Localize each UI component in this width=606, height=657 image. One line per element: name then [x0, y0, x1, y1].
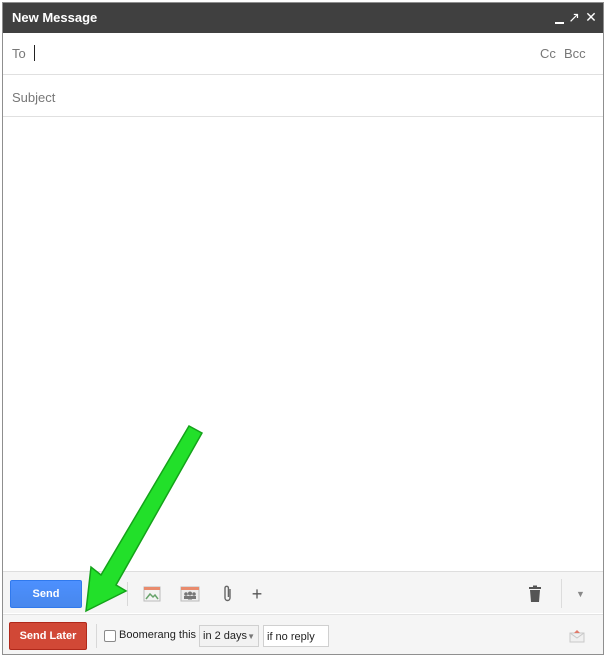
send-later-button[interactable]: Send Later	[9, 622, 87, 650]
cc-link[interactable]: Cc	[540, 46, 556, 61]
boomerang-condition-select[interactable]: if no reply	[263, 625, 329, 647]
chevron-down-icon: ▼	[576, 589, 585, 599]
boomerang-bar: Send Later Boomerang this in 2 days ▼ if…	[3, 614, 603, 654]
dropdown-arrow-icon: ▼	[247, 632, 255, 641]
boomerang-delay-select[interactable]: in 2 days ▼	[199, 625, 259, 647]
insert-photo-icon[interactable]	[142, 584, 162, 604]
text-cursor	[34, 45, 35, 61]
to-label: To	[12, 46, 26, 61]
toolbar-divider	[127, 582, 128, 606]
boomerang-divider	[96, 624, 97, 648]
window-title: New Message	[12, 10, 98, 25]
boomerang-checkbox-label[interactable]: Boomerang this	[119, 629, 196, 641]
more-dropdown-button[interactable]: ▼	[561, 579, 599, 608]
boomerang-checkbox[interactable]	[104, 630, 116, 642]
send-button[interactable]: Send	[10, 580, 82, 608]
to-field-row[interactable]: To Cc Bcc	[3, 33, 603, 75]
message-body[interactable]	[3, 118, 603, 570]
compose-window: New Message ↗ ✕ To Cc Bcc Send	[2, 2, 604, 655]
subject-row	[3, 76, 603, 117]
bcc-link[interactable]: Bcc	[564, 46, 586, 61]
discard-trash-icon[interactable]	[525, 584, 545, 604]
attach-file-icon[interactable]	[218, 584, 238, 604]
compose-titlebar[interactable]: New Message ↗ ✕	[3, 3, 603, 33]
minimize-icon[interactable]	[551, 7, 567, 27]
delay-select-value: in 2 days	[203, 630, 248, 642]
expand-icon[interactable]: ↗	[566, 7, 582, 27]
subject-input[interactable]	[12, 87, 582, 107]
close-icon[interactable]: ✕	[583, 7, 599, 27]
condition-select-value: if no reply	[267, 631, 315, 643]
invite-people-icon[interactable]	[180, 584, 200, 604]
compose-toolbar: Send + ▼	[3, 571, 603, 613]
boomerang-envelope-icon[interactable]	[569, 629, 585, 643]
more-options-plus-icon[interactable]: +	[247, 584, 267, 604]
